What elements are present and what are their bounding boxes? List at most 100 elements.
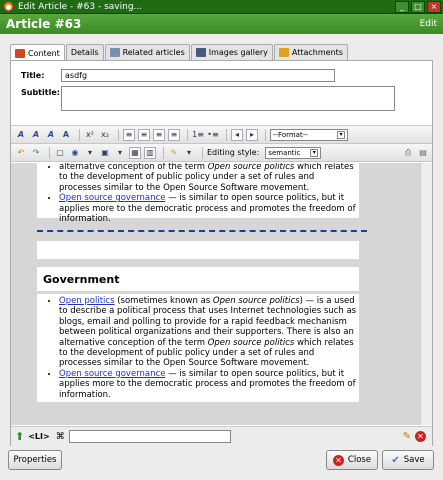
section-heading: Government bbox=[43, 273, 120, 286]
close-button[interactable]: ✕ Close bbox=[326, 450, 378, 470]
toolbar-separator bbox=[79, 128, 80, 141]
undo-icon[interactable]: ↶ bbox=[15, 147, 27, 159]
unordered-list-icon[interactable]: •≡ bbox=[207, 129, 219, 141]
document-icon bbox=[109, 48, 120, 57]
toolbar-separator bbox=[49, 146, 50, 159]
list-item: alternative conception of the term Open … bbox=[59, 163, 359, 193]
tab-related-articles[interactable]: Related articles bbox=[104, 44, 190, 60]
minimize-button[interactable]: _ bbox=[395, 0, 409, 13]
heading1-icon[interactable]: A bbox=[15, 129, 27, 141]
toolbar-separator bbox=[202, 146, 203, 159]
editor-content[interactable]: alternative conception of the term Open … bbox=[11, 163, 432, 425]
tab-images-gallery[interactable]: Images gallery bbox=[190, 44, 273, 60]
title-label: Title: bbox=[21, 71, 45, 80]
chevron-down-icon: ▾ bbox=[337, 130, 345, 139]
new-document-icon[interactable]: ▢ bbox=[54, 147, 66, 159]
list-item: Open politics (sometimes known as Open s… bbox=[59, 296, 359, 369]
editor-toolbar-1: A A A A x² x₂ ≡ ≡ ≡ ≡ 1≡ •≡ ◂ ▸ --Format… bbox=[11, 126, 432, 144]
tab-bar: Content Details Related articles Images … bbox=[10, 44, 349, 61]
header-edit-link[interactable]: Edit bbox=[420, 19, 437, 29]
editor-statusbar: ⬆ <LI> ⌘ ✎ ✕ bbox=[11, 426, 432, 446]
print-icon[interactable]: ⎙ bbox=[402, 147, 414, 159]
open-source-governance-link[interactable]: Open source governance bbox=[59, 193, 165, 203]
tab-label: Details bbox=[70, 48, 99, 57]
editor-toolbar-2: ↶ ↷ ▢ ◉ ▾ ▣ ▾ ▦ ▥ ✎ ▾ Editing style: sem… bbox=[11, 144, 432, 162]
dialog-body: Content Details Related articles Images … bbox=[0, 34, 443, 480]
list-item: Open source governance — is similar to o… bbox=[59, 193, 359, 224]
table-icon[interactable]: ▦ bbox=[129, 146, 141, 159]
arrow-up-icon[interactable]: ⬆ bbox=[15, 430, 24, 443]
heading4-icon[interactable]: A bbox=[60, 129, 72, 141]
open-source-governance-link[interactable]: Open source governance bbox=[59, 369, 165, 379]
maximize-button[interactable]: □ bbox=[411, 0, 425, 13]
tab-label: Images gallery bbox=[208, 48, 268, 57]
insert-link-icon[interactable]: ◉ bbox=[69, 147, 81, 159]
insert-image-icon[interactable]: ▣ bbox=[99, 147, 111, 159]
image-icon bbox=[195, 48, 206, 57]
path-input[interactable] bbox=[68, 430, 231, 443]
subtitle-label: Subtitle: bbox=[21, 88, 60, 97]
tab-details[interactable]: Details bbox=[65, 44, 104, 60]
tab-attachments[interactable]: Attachments bbox=[273, 44, 348, 60]
toolbar-separator bbox=[226, 128, 227, 141]
list-item: Open source governance — is similar to o… bbox=[59, 369, 359, 400]
align-left-icon[interactable]: ≡ bbox=[123, 128, 135, 141]
save-button[interactable]: ✔ Save bbox=[382, 450, 434, 470]
chevron-down-icon[interactable]: ▾ bbox=[114, 147, 126, 159]
subtitle-input[interactable] bbox=[61, 86, 395, 111]
properties-button-label: Properties bbox=[13, 455, 57, 465]
heading3-icon[interactable]: A bbox=[45, 129, 57, 141]
app-icon: ● bbox=[3, 1, 14, 12]
title-input[interactable] bbox=[61, 69, 335, 82]
toolbar-separator bbox=[187, 128, 188, 141]
tab-label: Attachments bbox=[291, 48, 343, 57]
align-justify-icon[interactable]: ≡ bbox=[168, 128, 180, 141]
link-edit-icon[interactable]: ⌘ bbox=[56, 432, 65, 442]
editing-style-select[interactable]: semantic ▾ bbox=[265, 146, 322, 159]
close-button-label: Close bbox=[347, 455, 372, 465]
save-button-label: Save bbox=[403, 455, 425, 465]
page-block-1: alternative conception of the term Open … bbox=[37, 163, 359, 224]
superscript-icon[interactable]: x² bbox=[84, 129, 96, 141]
page-break-line bbox=[37, 230, 367, 232]
close-icon: ✕ bbox=[332, 454, 344, 466]
chevron-down-icon[interactable]: ▾ bbox=[183, 147, 195, 159]
page-block-heading: Government bbox=[37, 267, 359, 291]
open-politics-link[interactable]: Open politics bbox=[59, 296, 115, 306]
indent-icon[interactable]: ▸ bbox=[246, 128, 258, 141]
preview-icon[interactable]: ▤ bbox=[417, 147, 429, 159]
close-window-button[interactable]: × bbox=[427, 0, 441, 13]
properties-button[interactable]: Properties bbox=[8, 450, 62, 470]
attachment-icon bbox=[278, 48, 289, 57]
format-select-value: --Format-- bbox=[273, 130, 308, 139]
window-titlebar: ● Edit Article - #63 - saving... _ □ × bbox=[0, 0, 443, 14]
align-right-icon[interactable]: ≡ bbox=[153, 128, 165, 141]
rich-text-editor: A A A A x² x₂ ≡ ≡ ≡ ≡ 1≡ •≡ ◂ ▸ --Format… bbox=[11, 125, 432, 446]
highlight-icon[interactable]: ✎ bbox=[168, 147, 180, 159]
article-title: Article #63 bbox=[6, 17, 82, 31]
article-header: Article #63 Edit bbox=[0, 14, 443, 34]
edit-icon[interactable]: ✎ bbox=[403, 431, 411, 442]
content-panel: Title: Subtitle: A A A A x² x₂ ≡ ≡ ≡ ≡ bbox=[10, 60, 433, 446]
redo-icon[interactable]: ↷ bbox=[30, 147, 42, 159]
title-row: Title: bbox=[21, 69, 335, 82]
toolbar-separator bbox=[118, 128, 119, 141]
align-center-icon[interactable]: ≡ bbox=[138, 128, 150, 141]
ordered-list-icon[interactable]: 1≡ bbox=[192, 129, 204, 141]
tab-content[interactable]: Content bbox=[10, 44, 65, 61]
special-char-icon[interactable]: ▥ bbox=[144, 146, 156, 159]
outdent-icon[interactable]: ◂ bbox=[231, 128, 243, 141]
subscript-icon[interactable]: x₂ bbox=[99, 129, 111, 141]
heading2-icon[interactable]: A bbox=[30, 129, 42, 141]
tab-label: Content bbox=[28, 48, 60, 58]
page-block-list: Open politics (sometimes known as Open s… bbox=[37, 294, 359, 402]
element-path[interactable]: <LI> bbox=[28, 432, 49, 441]
format-select[interactable]: --Format-- ▾ bbox=[270, 128, 348, 141]
subtitle-row: Subtitle: bbox=[21, 86, 395, 111]
editor-scrollbar[interactable] bbox=[420, 163, 432, 425]
chevron-down-icon: ▾ bbox=[310, 148, 319, 157]
tab-label: Related articles bbox=[122, 48, 185, 57]
delete-icon[interactable]: ✕ bbox=[415, 431, 426, 442]
dialog-footer: Properties ✕ Close ✔ Save bbox=[0, 446, 443, 480]
chevron-down-icon[interactable]: ▾ bbox=[84, 147, 96, 159]
